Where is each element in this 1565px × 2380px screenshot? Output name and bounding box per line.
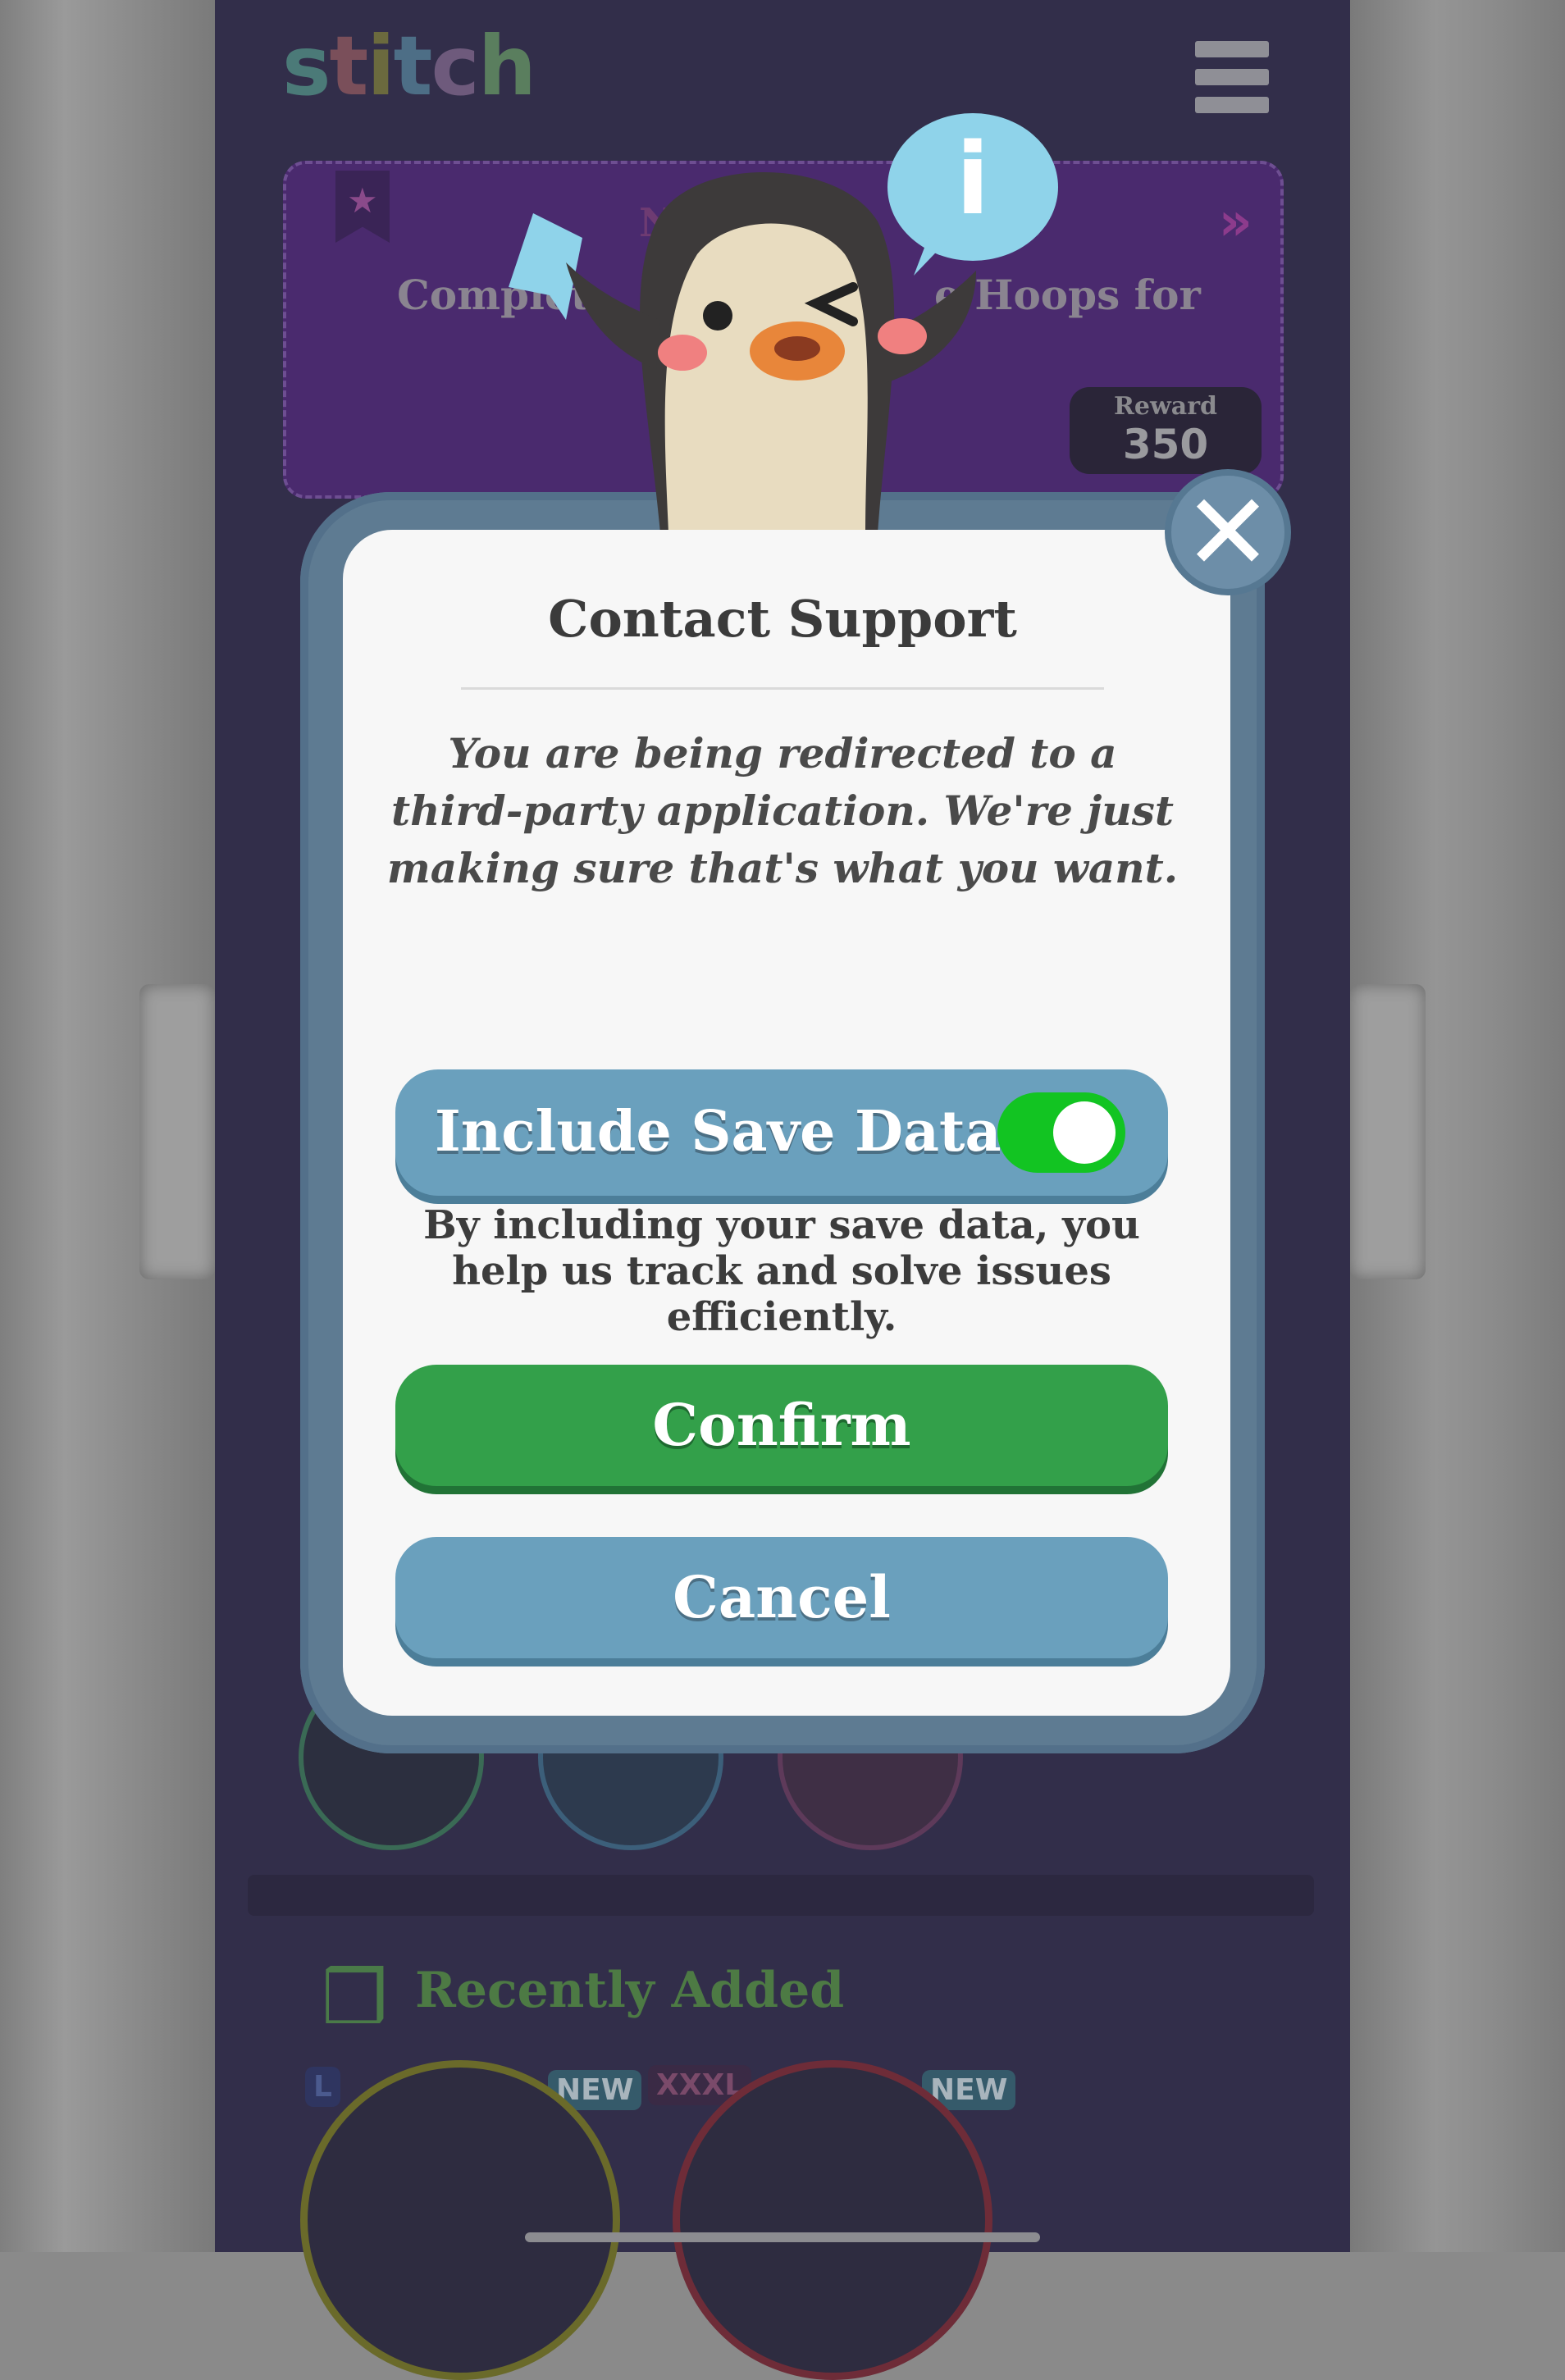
pattern-thumbnail-2[interactable] [673,2060,992,2380]
megaphone-icon [509,213,582,320]
cancel-button[interactable]: Cancel [395,1537,1168,1658]
close-dialog-button[interactable]: ✕ [1165,469,1291,595]
redirect-message: You are being redirected to a third-part… [386,729,1179,892]
close-icon: ✕ [1183,470,1273,595]
section-divider [248,1875,1314,1916]
info-glyph: i [956,123,990,237]
size-tag: L [305,2067,340,2107]
confirm-button[interactable]: Confirm [395,1365,1168,1486]
stitch-logo: stitch [282,18,536,114]
home-indicator[interactable] [525,2232,1040,2242]
door-hinge-right [1350,984,1426,1279]
star-icon: ★ [347,180,378,221]
gift-box-icon: ❒ [322,1955,388,2041]
toggle-knob [1053,1101,1116,1164]
include-save-data-row[interactable]: Include Save Data [395,1069,1168,1196]
background-wall-right [1350,0,1565,2252]
reward-label: Reward [1113,392,1218,421]
save-data-note: By including your save data, you help us… [423,1202,1140,1340]
reward-badge: Reward 350 [1070,387,1262,474]
double-chevron-right-icon[interactable]: » [1219,192,1252,253]
include-save-data-toggle[interactable] [997,1092,1125,1173]
pattern-thumbnail-1[interactable] [300,2060,620,2380]
include-save-data-label: Include Save Data [435,1099,1002,1165]
reward-value: 350 [1122,421,1209,468]
hamburger-menu-icon[interactable] [1195,41,1269,113]
dialog-title: Contact Support [548,589,1017,649]
door-hinge-left [139,984,215,1279]
title-divider [461,687,1104,690]
recently-added-title: Recently Added [415,1962,845,2019]
background-wall-left [0,0,215,2252]
